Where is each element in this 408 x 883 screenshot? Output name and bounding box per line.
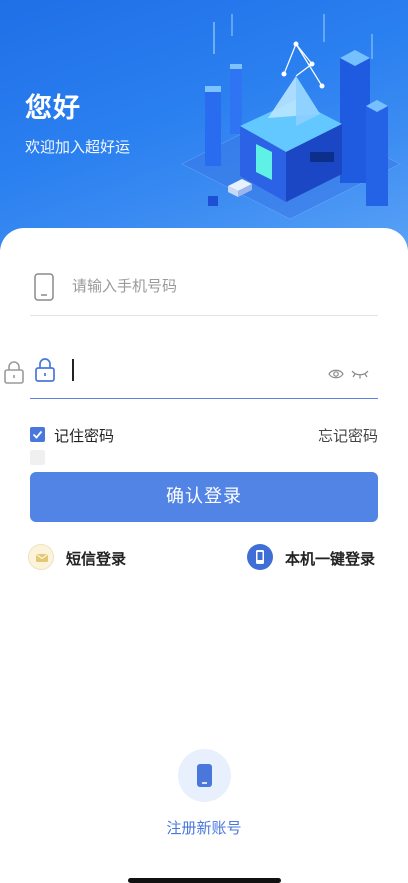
- lock-icon: [34, 357, 56, 387]
- phone-input[interactable]: 请输入手机号码: [72, 275, 177, 296]
- phone-icon: [34, 273, 54, 305]
- ghost-checkbox: [30, 450, 45, 465]
- warehouse-illustration: [181, 14, 401, 220]
- lock-icon: [3, 360, 25, 388]
- eye-icon[interactable]: [328, 365, 344, 384]
- mobile-icon: [247, 544, 273, 570]
- header-banner: 您好 欢迎加入超好运: [0, 0, 408, 250]
- mobile-icon: [197, 764, 212, 787]
- eye-closed-icon[interactable]: [350, 365, 370, 384]
- login-button[interactable]: 确认登录: [30, 472, 378, 522]
- envelope-icon: [28, 544, 54, 570]
- password-input[interactable]: [72, 359, 74, 381]
- phone-field[interactable]: 请输入手机号码: [30, 263, 378, 316]
- password-field[interactable]: [30, 347, 378, 399]
- greeting-title: 您好: [25, 93, 81, 124]
- welcome-subtitle: 欢迎加入超好运: [25, 138, 131, 156]
- remember-row: 记住密码 忘记密码: [30, 424, 378, 446]
- forgot-password-link[interactable]: 忘记密码: [318, 425, 378, 446]
- remember-label[interactable]: 记住密码: [54, 425, 114, 446]
- register-link[interactable]: 注册新账号: [0, 817, 408, 838]
- home-indicator: [128, 878, 281, 883]
- register-button[interactable]: [178, 749, 231, 802]
- remember-checkbox[interactable]: [30, 427, 45, 442]
- onekey-login-label: 本机一键登录: [285, 550, 376, 568]
- sms-login-label: 短信登录: [66, 550, 127, 568]
